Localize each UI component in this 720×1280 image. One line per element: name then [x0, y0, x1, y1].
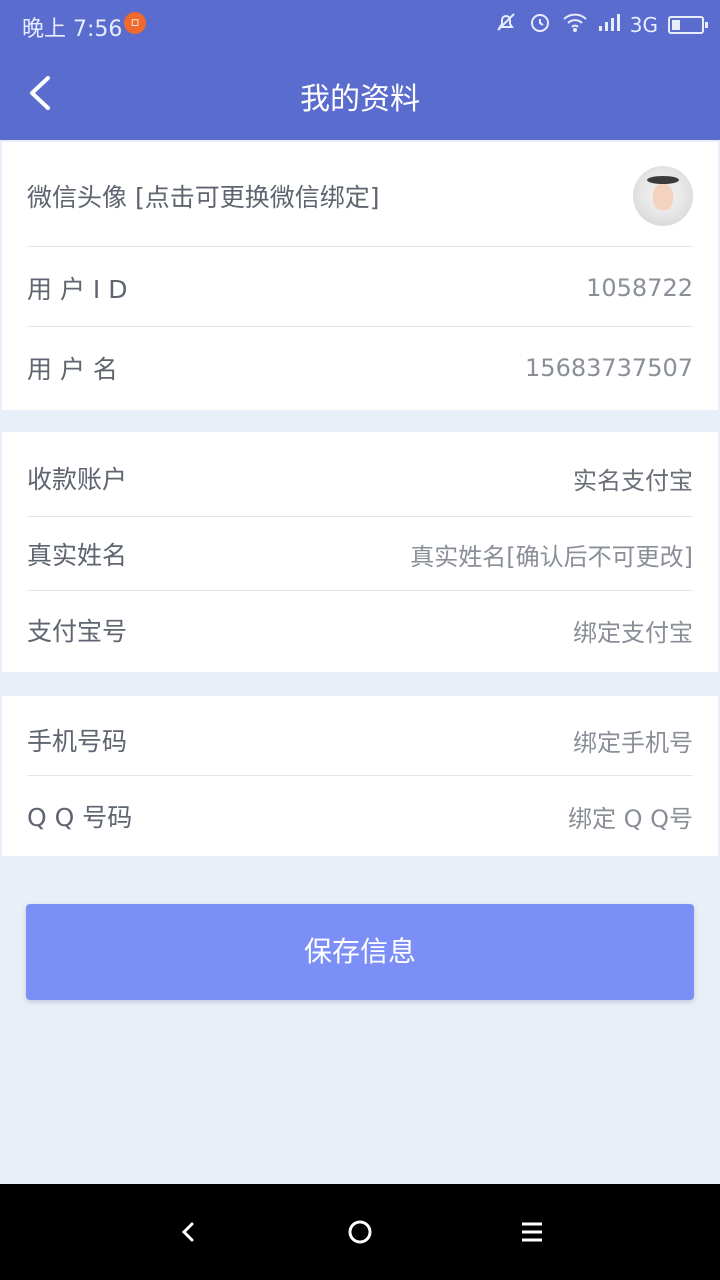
username-label: 用 户 名 — [27, 355, 118, 384]
chevron-left-icon — [181, 1222, 194, 1242]
nav-bar: 我的资料 — [0, 48, 720, 140]
alipay-row: 支付宝号 绑定支付宝 — [27, 608, 693, 652]
system-back-button[interactable] — [166, 1210, 210, 1254]
battery-icon — [668, 16, 708, 34]
user-id-row: 用 户 I D 1058722 — [27, 266, 693, 310]
system-nav-bar — [0, 1184, 720, 1280]
qq-field[interactable]: 绑定 Q Q号 — [568, 799, 693, 834]
account-label: 收款账户 — [27, 465, 128, 494]
wifi-icon — [562, 11, 588, 39]
user-id-label: 用 户 I D — [27, 275, 128, 304]
divider — [27, 246, 693, 247]
qq-label: Q Q 号码 — [27, 803, 133, 832]
home-circle-icon — [348, 1220, 372, 1244]
divider — [27, 590, 693, 591]
username-value: 15683737507 — [525, 354, 693, 382]
phone-label: 手机号码 — [27, 727, 128, 756]
contact-card: 手机号码 绑定手机号 Q Q 号码 绑定 Q Q号 — [2, 696, 718, 856]
save-button[interactable]: 保存信息 — [26, 904, 694, 1000]
avatar-row[interactable]: 微信头像 [点击可更换微信绑定] — [27, 166, 693, 226]
phone-row: 手机号码 绑定手机号 — [27, 718, 693, 762]
divider — [27, 326, 693, 327]
system-menu-button[interactable] — [510, 1210, 554, 1254]
account-row[interactable]: 收款账户 实名支付宝 — [27, 456, 693, 500]
alipay-label: 支付宝号 — [27, 617, 128, 646]
avatar-label: 微信头像 [点击可更换微信绑定] — [27, 183, 380, 212]
system-home-button[interactable] — [338, 1210, 382, 1254]
notification-icon: ▫ — [124, 12, 146, 34]
menu-icon — [522, 1222, 542, 1242]
user-id-value: 1058722 — [586, 274, 693, 302]
divider — [27, 775, 693, 776]
signal-icon — [598, 12, 620, 38]
realname-field[interactable]: 真实姓名[确认后不可更改] — [410, 537, 693, 572]
username-row: 用 户 名 15683737507 — [27, 346, 693, 390]
status-bar: 晚上 7:56 ▫ 3G — [0, 0, 720, 48]
status-time: 晚上 7:56 — [22, 17, 123, 42]
network-type: 3G — [629, 13, 658, 37]
alarm-icon — [528, 10, 552, 40]
phone-field[interactable]: 绑定手机号 — [573, 723, 693, 758]
mute-icon — [494, 10, 518, 40]
account-card: 收款账户 实名支付宝 真实姓名 真实姓名[确认后不可更改] 支付宝号 绑定支付宝 — [2, 432, 718, 672]
alipay-field[interactable]: 绑定支付宝 — [573, 613, 693, 648]
account-value: 实名支付宝 — [573, 466, 693, 495]
status-icons: 3G — [494, 10, 708, 40]
avatar[interactable] — [633, 166, 693, 226]
divider — [27, 516, 693, 517]
realname-label: 真实姓名 — [27, 541, 128, 570]
qq-row: Q Q 号码 绑定 Q Q号 — [27, 794, 693, 838]
profile-card: 微信头像 [点击可更换微信绑定] 用 户 I D 1058722 用 户 名 1… — [2, 142, 718, 410]
page-title: 我的资料 — [300, 82, 420, 117]
app-header: 晚上 7:56 ▫ 3G 我的资料 — [0, 0, 720, 140]
realname-row: 真实姓名 真实姓名[确认后不可更改] — [27, 532, 693, 576]
